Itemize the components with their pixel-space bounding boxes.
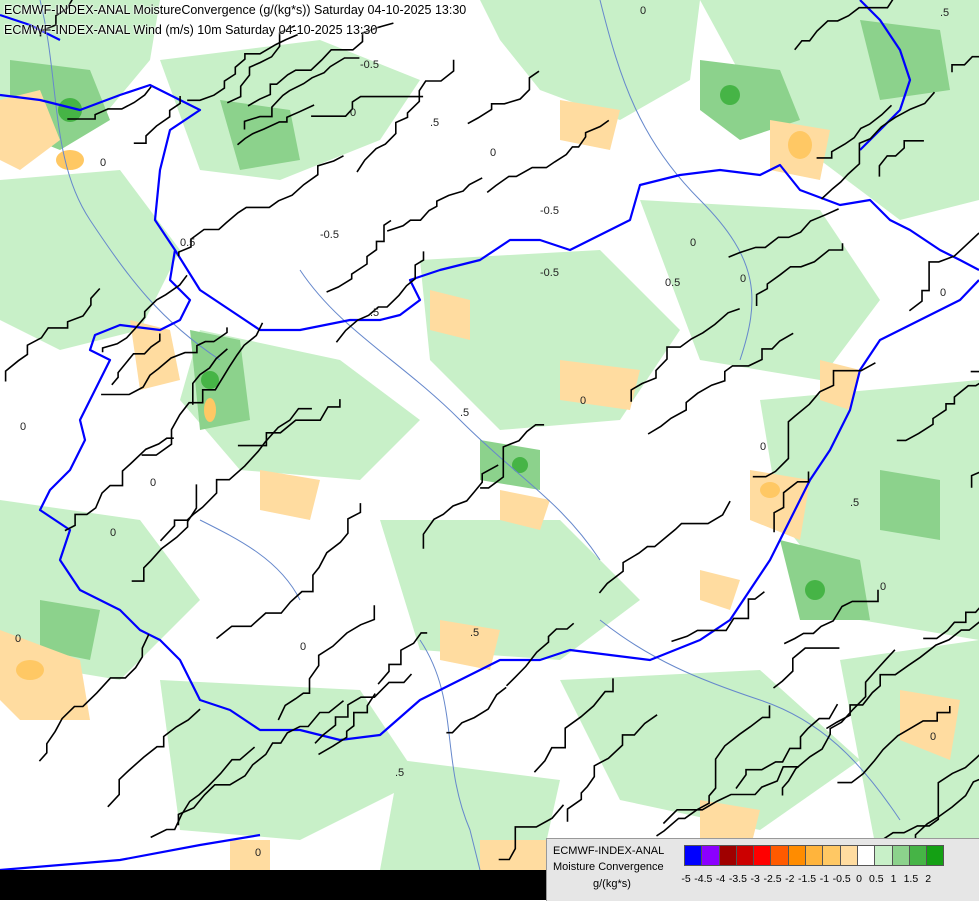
contour-label: .5	[370, 307, 379, 319]
legend-tick: -5	[681, 873, 690, 885]
legend-swatch	[926, 845, 944, 866]
legend-swatch	[822, 845, 840, 866]
contour-label: 0	[740, 273, 746, 285]
contour-label: 0	[150, 477, 156, 489]
legend-tick: 2	[925, 873, 931, 885]
contour-label: -0.5	[540, 267, 559, 279]
legend-tick: -3.5	[729, 873, 747, 885]
contour-label: 0	[760, 441, 766, 453]
contour-label: .5	[460, 407, 469, 419]
legend-tick: -0.5	[833, 873, 851, 885]
legend-tick: 1	[891, 873, 897, 885]
contour-label: .5	[470, 627, 479, 639]
legend-tick: -1	[820, 873, 829, 885]
legend-tick: -1.5	[798, 873, 816, 885]
legend-tick: 1.5	[904, 873, 919, 885]
legend-swatch	[892, 845, 910, 866]
contour-label: 0	[300, 641, 306, 653]
legend-swatch	[874, 845, 892, 866]
legend-swatch	[805, 845, 823, 866]
contour-label: -0.5	[540, 205, 559, 217]
contour-label: 0	[690, 237, 696, 249]
contour-label: -0.5	[360, 59, 379, 71]
contour-label: .5	[430, 117, 439, 129]
legend-swatch	[719, 845, 737, 866]
contour-label: 0	[350, 107, 356, 119]
legend-swatch	[857, 845, 875, 866]
legend-model-name: ECMWF-INDEX-ANAL	[553, 845, 664, 857]
legend-tick: -4.5	[694, 873, 712, 885]
legend-tick: 0	[856, 873, 862, 885]
legend-swatch	[684, 845, 702, 866]
contour-label: 0	[110, 527, 116, 539]
contour-label: 0	[930, 731, 936, 743]
contour-label: .5	[395, 767, 404, 779]
contour-label: 0	[580, 395, 586, 407]
legend-tick: -2.5	[763, 873, 781, 885]
legend-color-swatches	[684, 845, 943, 866]
contour-label: -0.5	[320, 229, 339, 241]
contour-label: 0	[880, 581, 886, 593]
legend-swatch	[701, 845, 719, 866]
contour-label: 0	[490, 147, 496, 159]
legend-unit: g/(kg*s)	[593, 878, 631, 890]
contour-label: 0	[640, 5, 646, 17]
legend-tick-labels: -5 -4.5 -4 -3.5 -3-2.5 -2 -1.5 -1 -0.5 0 0.5 1 1.5 2	[684, 873, 979, 887]
legend: ECMWF-INDEX-ANAL Moisture Convergence g/…	[546, 838, 979, 901]
legend-tick: -4	[716, 873, 725, 885]
map-title-line-2: ECMWF-INDEX-ANAL Wind (m/s) 10m Saturday…	[4, 23, 377, 37]
contour-label: 0	[15, 633, 21, 645]
contour-label: 0.5	[665, 277, 680, 289]
contour-label: .5	[850, 497, 859, 509]
legend-swatch	[840, 845, 858, 866]
legend-tick: -3	[751, 873, 760, 885]
legend-tick: 0.5	[869, 873, 884, 885]
contour-label: .5	[940, 7, 949, 19]
contour-label: 0	[20, 421, 26, 433]
legend-swatch	[909, 845, 927, 866]
legend-tick: -2	[785, 873, 794, 885]
contour-label: 0	[940, 287, 946, 299]
legend-parameter-name: Moisture Convergence	[553, 861, 664, 873]
legend-swatch	[770, 845, 788, 866]
legend-swatch	[753, 845, 771, 866]
legend-swatch	[788, 845, 806, 866]
contour-label: 0	[100, 157, 106, 169]
contour-label: 0	[255, 847, 261, 859]
legend-swatch	[736, 845, 754, 866]
map-title-line-1: ECMWF-INDEX-ANAL MoistureConvergence (g/…	[4, 3, 466, 17]
weather-map: .50-0.5.50-0.500-0.500.5.5000.50.5000.50…	[0, 0, 979, 870]
contour-label: 0.5	[180, 237, 195, 249]
